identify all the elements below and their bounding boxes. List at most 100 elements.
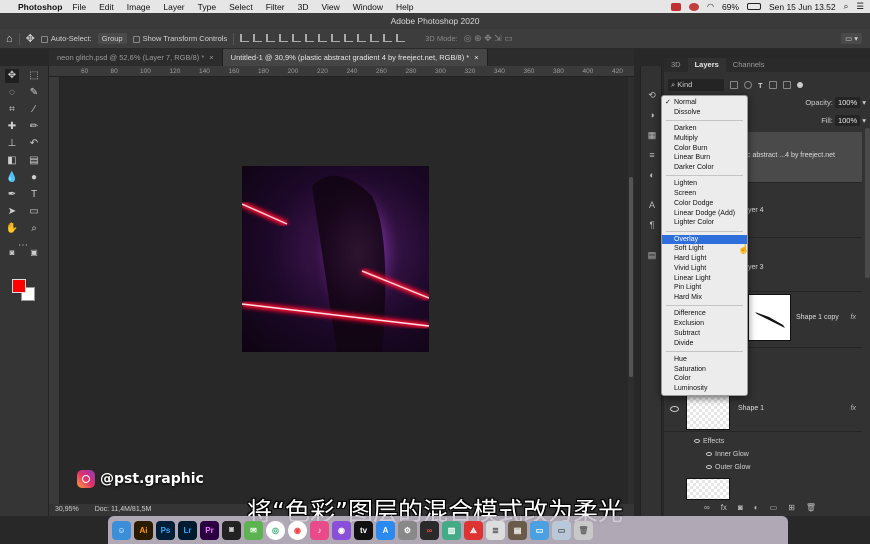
tab-untitled-1[interactable]: Untitled-1 @ 30,9% (plastic abstract gra…	[222, 49, 488, 66]
app-menu[interactable]: Photoshop	[18, 2, 62, 12]
premiere-icon[interactable]: Pr	[200, 520, 219, 540]
distribute-icon[interactable]	[396, 33, 406, 42]
tab-neon-glitch[interactable]: neon glitch.psd @ 52,6% (Layer 7, RGB/8)…	[49, 49, 223, 66]
blend-mode-option[interactable]: Dissolve	[662, 108, 747, 118]
blend-mode-option[interactable]: Darken	[662, 124, 747, 134]
lightroom-icon[interactable]: Lr	[178, 520, 197, 540]
color-icon[interactable]: ◑	[647, 110, 657, 120]
media-encoder-icon[interactable]: ▣	[222, 520, 241, 540]
kind-filter-dropdown[interactable]: ⌕ Kind	[668, 79, 724, 91]
app-store-icon[interactable]: A	[376, 520, 395, 540]
eraser-icon[interactable]: ◧	[5, 154, 19, 168]
blend-mode-option[interactable]: Screen	[662, 189, 747, 199]
eye-icon[interactable]	[694, 439, 700, 444]
creative-cloud-icon[interactable]	[688, 2, 699, 11]
tab-layers[interactable]: Layers	[687, 58, 726, 72]
paragraph-icon[interactable]: ¶	[647, 220, 657, 230]
blend-mode-option[interactable]: Difference	[662, 309, 747, 319]
eye-icon[interactable]	[706, 452, 712, 457]
tv-icon[interactable]: tv	[354, 520, 373, 540]
canvas-image[interactable]	[242, 166, 429, 352]
blend-mode-option[interactable]: Subtract	[662, 329, 747, 339]
menu-item[interactable]: Type	[198, 2, 216, 12]
brush-tool-icon[interactable]: ✏	[27, 120, 41, 134]
menu-item[interactable]: View	[321, 2, 339, 12]
music-icon[interactable]: ♪	[310, 520, 329, 540]
history-brush-icon[interactable]: ↶	[27, 137, 41, 151]
podcasts-icon[interactable]: ◉	[332, 520, 351, 540]
align-center-icon[interactable]	[253, 33, 263, 42]
blend-mode-option[interactable]: Luminosity	[662, 384, 747, 394]
fx-icon[interactable]: fx	[851, 405, 856, 412]
rectangle-tool-icon[interactable]: ▭	[27, 205, 41, 219]
distribute-icon[interactable]	[318, 33, 328, 42]
libraries-icon[interactable]: ▤	[647, 250, 657, 260]
shape-filter-icon[interactable]	[768, 81, 777, 89]
move-tool-icon[interactable]: ✥	[5, 69, 19, 83]
safari-icon[interactable]: ◎	[266, 520, 285, 540]
tab-3d[interactable]: 3D	[664, 58, 688, 72]
zoom-tool-icon[interactable]: ⌕	[27, 222, 41, 236]
adjustment-filter-icon[interactable]	[744, 81, 752, 89]
blend-mode-option[interactable]: Exclusion	[662, 319, 747, 329]
clone-stamp-icon[interactable]: ⊥	[5, 137, 19, 151]
menu-item[interactable]: Edit	[99, 2, 114, 12]
pixel-filter-icon[interactable]	[730, 81, 738, 89]
type-filter-icon[interactable]: T	[758, 81, 763, 90]
workspace-dropdown[interactable]: ▭ ▾	[841, 33, 862, 44]
blend-mode-option[interactable]: Divide	[662, 339, 747, 349]
hand-tool-icon[interactable]: ✋	[5, 222, 19, 236]
menu-item[interactable]: 3D	[298, 2, 309, 12]
healing-brush-icon[interactable]: ✚	[5, 120, 19, 134]
layer-name[interactable]: stic abstract ...4 by freeject.net	[740, 152, 835, 159]
crop-tool-icon[interactable]: ⌗	[5, 103, 19, 117]
blend-mode-option[interactable]: Soft Light	[662, 244, 747, 254]
blend-mode-option[interactable]: Pin Light	[662, 283, 747, 293]
distribute-icon[interactable]	[383, 33, 393, 42]
align-top-icon[interactable]	[279, 33, 289, 42]
auto-select-checkbox[interactable]: Auto-Select:	[40, 34, 92, 43]
auto-select-dropdown[interactable]: Group	[97, 33, 127, 44]
illustrator-icon[interactable]: Ai	[134, 520, 153, 540]
pen-tool-icon[interactable]: ✒	[5, 188, 19, 202]
blend-mode-option[interactable]: Multiply	[662, 134, 747, 144]
chevron-down-icon[interactable]: ▾	[862, 98, 866, 107]
quick-mask-icon[interactable]: ◙	[5, 246, 19, 260]
finder-icon[interactable]: ☺	[112, 520, 131, 540]
eye-icon[interactable]	[706, 465, 712, 470]
effects-row[interactable]: Effects	[694, 438, 724, 445]
distribute-icon[interactable]	[331, 33, 341, 42]
acrobat-icon[interactable]: ⟁	[464, 520, 483, 540]
layer-thumbnail[interactable]	[748, 294, 791, 341]
menu-item[interactable]: Help	[396, 2, 413, 12]
blend-mode-option[interactable]: Linear Light	[662, 274, 747, 284]
inner-glow-row[interactable]: Inner Glow	[706, 451, 749, 458]
opacity-input[interactable]: 100%	[834, 97, 861, 108]
layer-name[interactable]: Shape 1	[738, 405, 764, 412]
clock[interactable]: Sen 15 Jun 13.52	[769, 2, 836, 12]
blend-mode-option[interactable]: Color Dodge	[662, 199, 747, 209]
layer-name[interactable]: yer 4	[748, 207, 764, 214]
wifi-icon[interactable]: ◠	[707, 2, 714, 11]
align-middle-icon[interactable]	[292, 33, 302, 42]
blend-mode-option[interactable]: Lighter Color	[662, 218, 747, 228]
home-icon[interactable]: ⌂	[6, 33, 13, 45]
messages-icon[interactable]: ✉	[244, 520, 263, 540]
swatches-icon[interactable]: ▦	[647, 130, 657, 140]
menu-item[interactable]: File	[72, 2, 86, 12]
trash-icon[interactable]: 🗑	[574, 520, 593, 540]
distribute-icon[interactable]	[370, 33, 380, 42]
blend-mode-option[interactable]: Linear Dodge (Add)	[662, 209, 747, 219]
close-icon[interactable]: ×	[474, 49, 478, 66]
downloads-icon[interactable]: ▭	[552, 520, 571, 540]
document-icon[interactable]: ▤	[508, 520, 527, 540]
type-tool-icon[interactable]: T	[27, 188, 41, 202]
blur-tool-icon[interactable]: 💧	[5, 171, 19, 185]
properties-icon[interactable]: ≡	[647, 150, 657, 160]
screenshot-folder-icon[interactable]: ▭	[530, 520, 549, 540]
foreground-color-swatch[interactable]	[12, 279, 26, 293]
quick-select-icon[interactable]: ✎	[27, 86, 41, 100]
blend-mode-option[interactable]: Saturation	[662, 365, 747, 375]
blend-mode-option[interactable]: Color	[662, 374, 747, 384]
visibility-eye-icon[interactable]	[670, 406, 679, 412]
